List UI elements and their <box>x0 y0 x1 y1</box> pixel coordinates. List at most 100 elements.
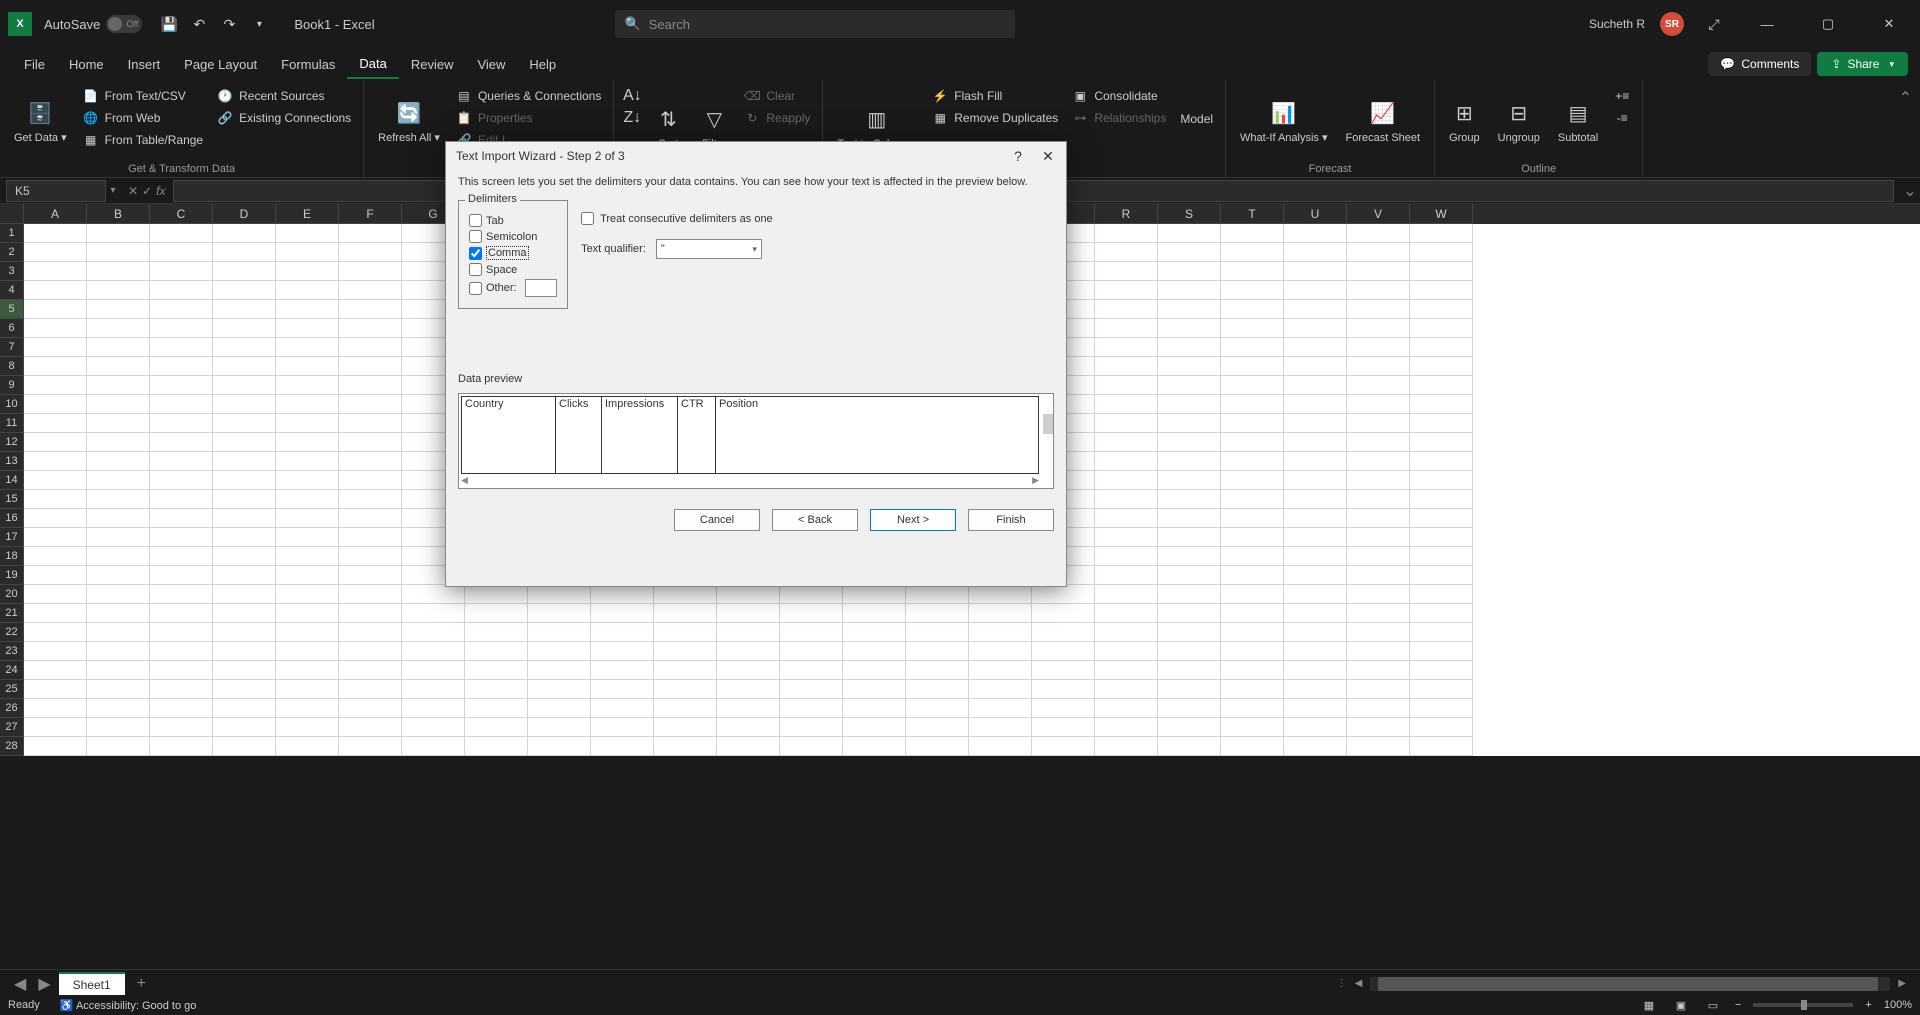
cell[interactable] <box>87 642 150 661</box>
row-header[interactable]: 13 <box>0 452 24 471</box>
cell[interactable] <box>1410 490 1473 509</box>
cell[interactable] <box>1221 452 1284 471</box>
cell[interactable] <box>24 509 87 528</box>
zoom-out-icon[interactable]: − <box>1735 999 1741 1011</box>
row-header[interactable]: 22 <box>0 623 24 642</box>
cell[interactable] <box>339 319 402 338</box>
row-header[interactable]: 18 <box>0 547 24 566</box>
cell[interactable] <box>276 243 339 262</box>
cell[interactable] <box>906 623 969 642</box>
ungroup-button[interactable]: ⊟ Ungroup <box>1492 84 1546 161</box>
cell[interactable] <box>24 414 87 433</box>
cell[interactable] <box>1221 699 1284 718</box>
collapse-ribbon-icon[interactable]: ⌃ <box>1891 80 1920 177</box>
cell[interactable] <box>1158 357 1221 376</box>
cell[interactable] <box>24 319 87 338</box>
cell[interactable] <box>717 680 780 699</box>
cell[interactable] <box>24 471 87 490</box>
row-header[interactable]: 4 <box>0 281 24 300</box>
column-header[interactable]: C <box>150 204 213 224</box>
column-header[interactable]: E <box>276 204 339 224</box>
cell[interactable] <box>339 433 402 452</box>
cell[interactable] <box>1284 452 1347 471</box>
cell[interactable] <box>276 509 339 528</box>
cell[interactable] <box>213 509 276 528</box>
cell[interactable] <box>1095 623 1158 642</box>
cell[interactable] <box>87 357 150 376</box>
row-header[interactable]: 15 <box>0 490 24 509</box>
cell[interactable] <box>1158 262 1221 281</box>
cell[interactable] <box>24 490 87 509</box>
autosave-switch[interactable]: Off <box>106 15 142 33</box>
cell[interactable] <box>654 680 717 699</box>
data-model-button[interactable]: Model <box>1176 84 1217 128</box>
cell[interactable] <box>276 300 339 319</box>
cell[interactable] <box>87 376 150 395</box>
cell[interactable] <box>1221 623 1284 642</box>
cell[interactable] <box>528 718 591 737</box>
cell[interactable] <box>276 528 339 547</box>
ribbon-display-icon[interactable]: ⤢ <box>1702 12 1726 36</box>
cell[interactable] <box>150 528 213 547</box>
cell[interactable] <box>1347 395 1410 414</box>
cell[interactable] <box>1410 528 1473 547</box>
cell[interactable] <box>1284 718 1347 737</box>
cell[interactable] <box>843 604 906 623</box>
cell[interactable] <box>780 604 843 623</box>
cell[interactable] <box>1284 509 1347 528</box>
delimiter-other-checkbox[interactable]: Other: <box>469 279 557 297</box>
cell[interactable] <box>276 718 339 737</box>
cell[interactable] <box>276 585 339 604</box>
cell[interactable] <box>1221 718 1284 737</box>
cell[interactable] <box>87 281 150 300</box>
cell[interactable] <box>213 699 276 718</box>
cell[interactable] <box>339 737 402 756</box>
sheet-tab[interactable]: Sheet1 <box>59 972 125 996</box>
forecast-sheet-button[interactable]: 📈 Forecast Sheet <box>1339 84 1426 161</box>
redo-icon[interactable]: ↷ <box>217 12 241 36</box>
cell[interactable] <box>969 699 1032 718</box>
cell[interactable] <box>1095 528 1158 547</box>
cell[interactable] <box>339 300 402 319</box>
cell[interactable] <box>24 357 87 376</box>
column-header[interactable]: F <box>339 204 402 224</box>
cell[interactable] <box>969 680 1032 699</box>
cell[interactable] <box>1158 490 1221 509</box>
cell[interactable] <box>1347 680 1410 699</box>
cell[interactable] <box>1284 604 1347 623</box>
cell[interactable] <box>1284 357 1347 376</box>
cell[interactable] <box>87 395 150 414</box>
cell[interactable] <box>1095 547 1158 566</box>
cell[interactable] <box>465 604 528 623</box>
cancel-formula-icon[interactable]: ✕ <box>128 184 138 198</box>
cell[interactable] <box>1032 718 1095 737</box>
cell[interactable] <box>1284 300 1347 319</box>
cell[interactable] <box>465 585 528 604</box>
cell[interactable] <box>906 737 969 756</box>
status-accessibility[interactable]: ♿ Accessibility: Good to go <box>60 999 197 1012</box>
cell[interactable] <box>969 642 1032 661</box>
cell[interactable] <box>150 718 213 737</box>
cell[interactable] <box>1284 262 1347 281</box>
cell[interactable] <box>276 490 339 509</box>
cell[interactable] <box>654 661 717 680</box>
cell[interactable] <box>339 585 402 604</box>
cell[interactable] <box>465 718 528 737</box>
cell[interactable] <box>339 376 402 395</box>
cell[interactable] <box>906 661 969 680</box>
cell[interactable] <box>150 357 213 376</box>
cell[interactable] <box>213 414 276 433</box>
search-box[interactable]: 🔍 Search <box>615 10 1015 38</box>
cell[interactable] <box>24 243 87 262</box>
cell[interactable] <box>1221 509 1284 528</box>
cell[interactable] <box>465 737 528 756</box>
cell[interactable] <box>213 680 276 699</box>
cell[interactable] <box>1410 642 1473 661</box>
cell[interactable] <box>591 680 654 699</box>
cell[interactable] <box>1158 319 1221 338</box>
cell[interactable] <box>1158 452 1221 471</box>
cell[interactable] <box>150 262 213 281</box>
cell[interactable] <box>87 414 150 433</box>
cell[interactable] <box>276 338 339 357</box>
cell[interactable] <box>150 319 213 338</box>
